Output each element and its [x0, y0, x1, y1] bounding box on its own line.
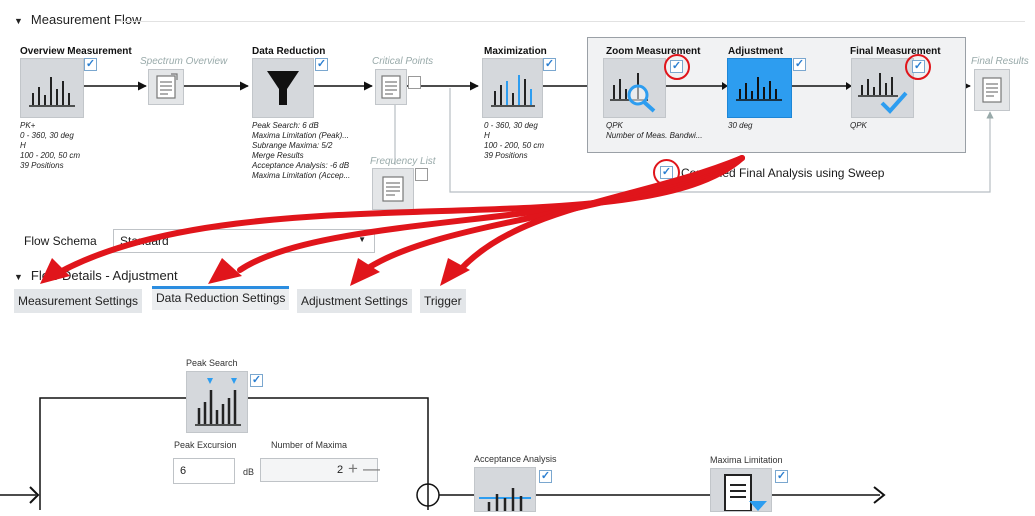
annotation-arrows — [40, 155, 745, 286]
